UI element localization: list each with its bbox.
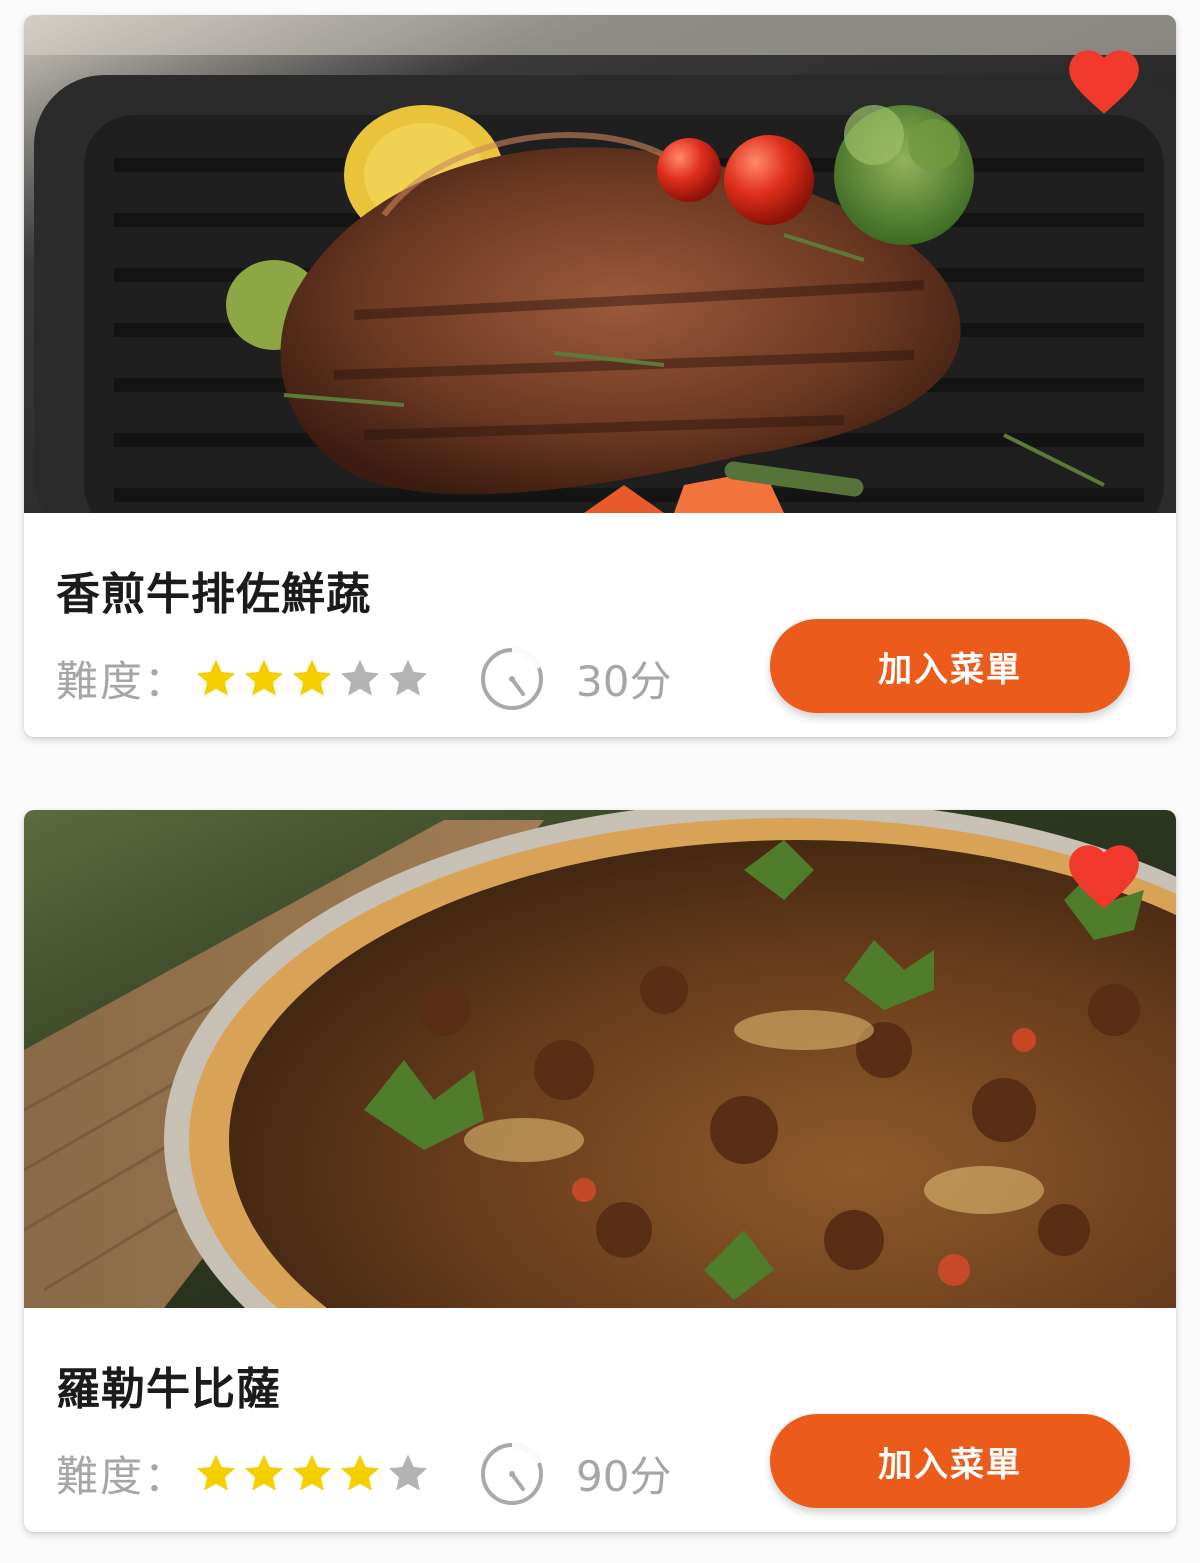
- star-empty-icon: [388, 1454, 428, 1491]
- difficulty-stars: [194, 656, 434, 700]
- cook-time: 30分: [576, 656, 672, 706]
- recipe-photo-steak[interactable]: [24, 15, 1176, 513]
- add-to-menu-button[interactable]: 加入菜單: [770, 619, 1130, 713]
- star-filled-icon: [244, 1454, 284, 1491]
- recipe-meta: 難度： 30分: [56, 643, 671, 713]
- recipe-card[interactable]: 香煎牛排佐鮮蔬 難度： 30分 加入菜單: [24, 15, 1176, 737]
- recipe-card[interactable]: 羅勒牛比薩 難度： 90分 加入菜單: [24, 810, 1176, 1532]
- star-filled-icon: [196, 1454, 236, 1491]
- star-filled-icon: [292, 1454, 332, 1491]
- star-filled-icon: [196, 659, 236, 696]
- add-to-menu-button[interactable]: 加入菜單: [770, 1414, 1130, 1508]
- timer-icon: [481, 646, 544, 710]
- favorite-heart-icon[interactable]: [1066, 47, 1142, 117]
- star-empty-icon: [388, 659, 428, 696]
- favorite-heart-icon[interactable]: [1066, 842, 1142, 912]
- difficulty-label: 難度：: [56, 1451, 189, 1501]
- recipe-meta: 難度： 90分: [56, 1438, 671, 1508]
- star-filled-icon: [244, 659, 284, 696]
- recipe-title: 羅勒牛比薩: [56, 1364, 281, 1415]
- star-empty-icon: [340, 659, 380, 696]
- recipe-photo-pizza[interactable]: [24, 810, 1176, 1308]
- difficulty-label: 難度：: [56, 656, 189, 706]
- difficulty-stars: [194, 1451, 434, 1495]
- recipe-title: 香煎牛排佐鮮蔬: [56, 569, 371, 620]
- recipe-list: 香煎牛排佐鮮蔬 難度： 30分 加入菜單 羅勒牛比薩 難度： 90分 加入菜單: [0, 0, 1200, 1563]
- star-filled-icon: [292, 659, 332, 696]
- star-filled-icon: [340, 1454, 380, 1491]
- cook-time: 90分: [576, 1451, 672, 1501]
- timer-icon: [481, 1441, 544, 1505]
